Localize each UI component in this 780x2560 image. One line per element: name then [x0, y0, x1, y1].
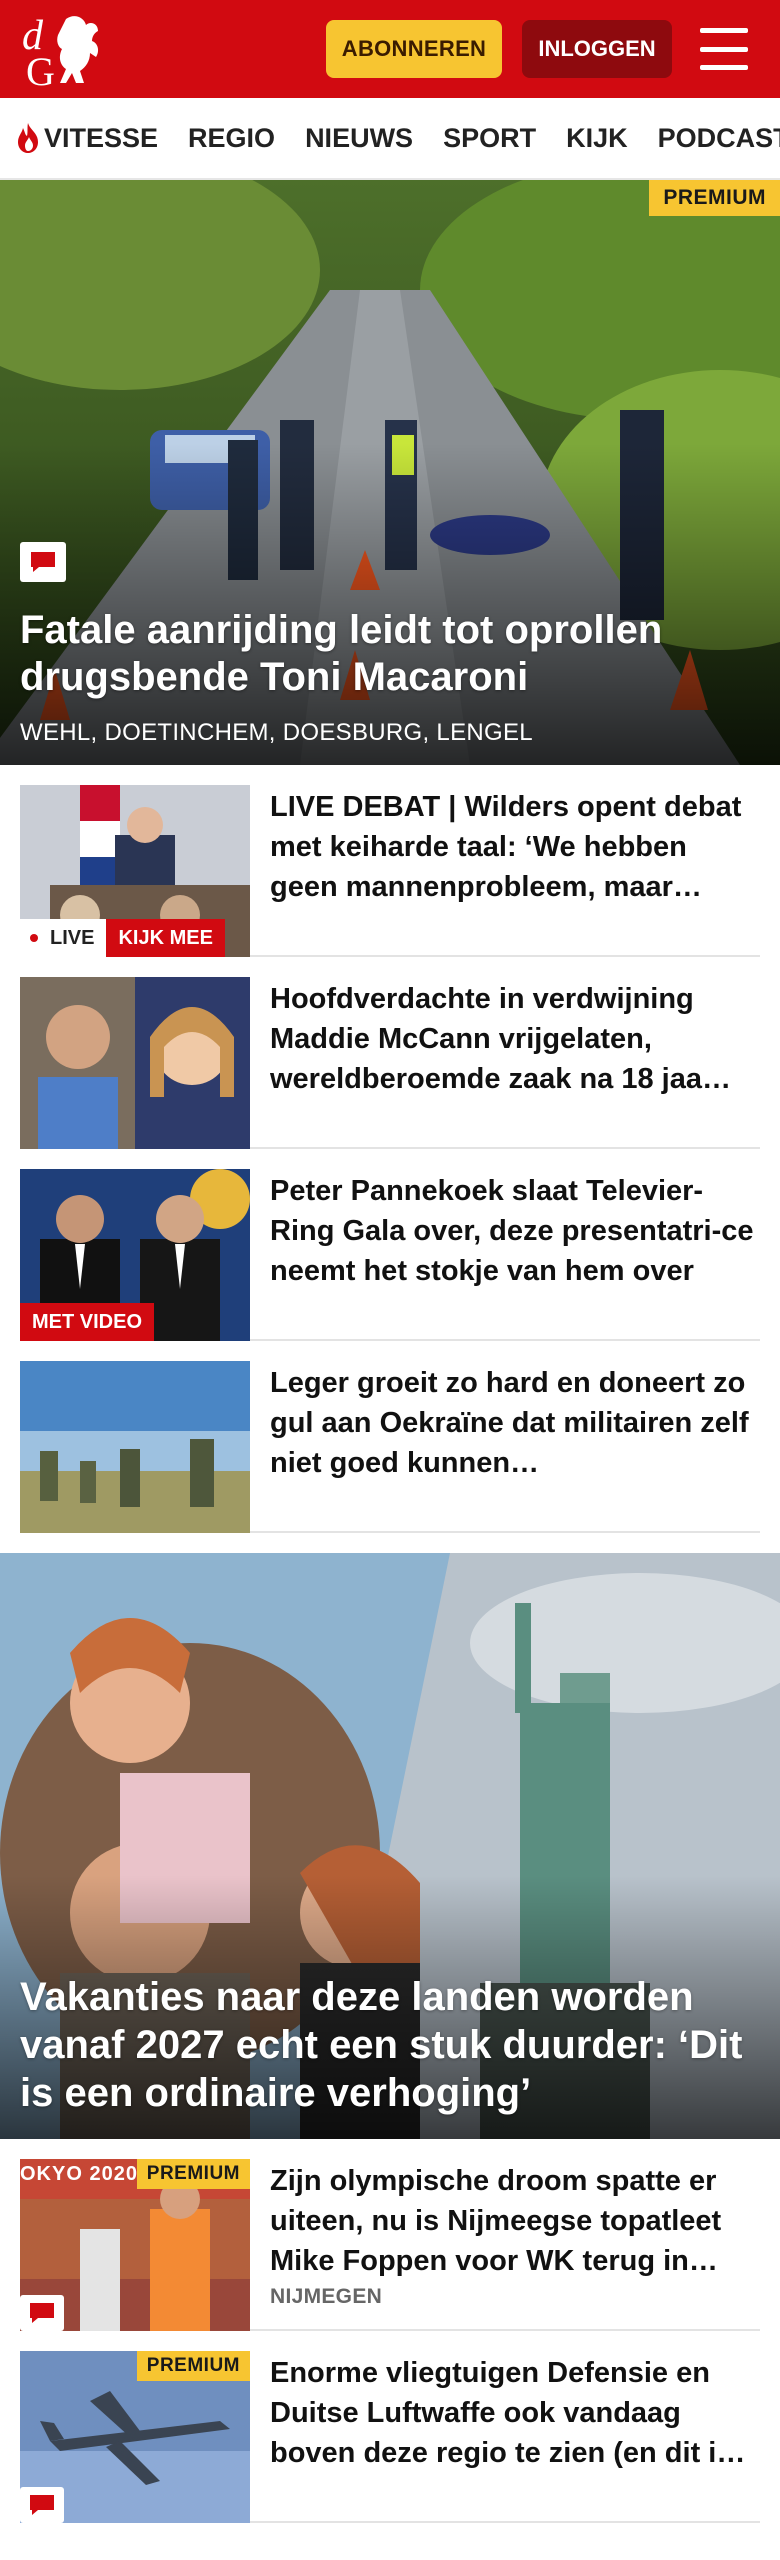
- login-button[interactable]: INLOGGEN: [522, 20, 672, 78]
- nav-item-vitesse[interactable]: VITESSE: [16, 122, 158, 154]
- hero-title[interactable]: Fatale aanrijding leidt tot oprollen dru…: [20, 607, 760, 701]
- article-thumbnail: OKYO 2020 PREMIUM: [20, 2159, 250, 2331]
- article-thumbnail: MET VIDEO: [20, 1169, 250, 1341]
- nav-item-podcast[interactable]: PODCAST: [658, 123, 780, 154]
- article-list-2: OKYO 2020 PREMIUM Zijn olympische droom …: [0, 2139, 780, 2523]
- article-thumbnail: [20, 1361, 250, 1533]
- nav-item-regio[interactable]: REGIO: [188, 123, 275, 154]
- article-list: LIVE KIJK MEE LIVE DEBAT | Wilders opent…: [0, 765, 780, 1533]
- comment-icon: [20, 542, 66, 582]
- top-header: d G ABONNEREN INLOGGEN: [0, 0, 780, 98]
- live-label: LIVE: [50, 926, 95, 949]
- flame-icon: [18, 123, 38, 153]
- subscribe-button[interactable]: ABONNEREN: [326, 20, 502, 78]
- nav-label: VITESSE: [44, 122, 159, 153]
- article-row[interactable]: MET VIDEO Peter Pannekoek slaat Televier…: [20, 1149, 760, 1341]
- article-row[interactable]: Hoofdverdachte in verdwijning Maddie McC…: [20, 957, 760, 1149]
- menu-icon[interactable]: [700, 28, 748, 70]
- article-thumbnail: PREMIUM: [20, 2351, 250, 2523]
- article-title[interactable]: Zijn olympische droom spatte er uiteen, …: [270, 2161, 760, 2281]
- section-nav: VITESSE REGIO NIEUWS SPORT KIJK PODCAST: [0, 98, 780, 180]
- hero-article[interactable]: PREMIUM Fatale aanrijding leidt tot opro…: [0, 180, 780, 765]
- article-title[interactable]: LIVE DEBAT | Wilders opent debat met kei…: [270, 787, 760, 907]
- article-title[interactable]: Peter Pannekoek slaat Televier-Ring Gala…: [270, 1171, 760, 1291]
- article-row[interactable]: Leger groeit zo hard en doneert zo gul a…: [20, 1341, 760, 1533]
- nav-item-kijk[interactable]: KIJK: [566, 123, 628, 154]
- nav-item-nieuws[interactable]: NIEUWS: [305, 123, 413, 154]
- dg-logo-icon: d G: [22, 13, 99, 89]
- live-dot-icon: [30, 934, 38, 942]
- svg-text:G: G: [26, 49, 55, 89]
- article-title[interactable]: Hoofdverdachte in verdwijning Maddie McC…: [270, 979, 760, 1099]
- thumbnail-caption: OKYO 2020: [20, 2163, 138, 2185]
- comment-icon: [20, 2487, 64, 2523]
- feature-article[interactable]: Vakanties naar deze landen worden vanaf …: [0, 1553, 780, 2139]
- feature-title[interactable]: Vakanties naar deze landen worden vanaf …: [20, 1973, 762, 2117]
- premium-badge: PREMIUM: [136, 2159, 250, 2189]
- article-location: NIJMEGEN: [270, 2285, 383, 2308]
- video-badge: MET VIDEO: [20, 1303, 155, 1341]
- comment-icon: [20, 2295, 64, 2331]
- article-title[interactable]: Leger groeit zo hard en doneert zo gul a…: [270, 1363, 760, 1483]
- article-row[interactable]: OKYO 2020 PREMIUM Zijn olympische droom …: [20, 2139, 760, 2331]
- watch-label[interactable]: KIJK MEE: [106, 919, 225, 957]
- live-badge[interactable]: LIVE KIJK MEE: [20, 919, 225, 957]
- article-thumbnail: LIVE KIJK MEE: [20, 785, 250, 957]
- article-title[interactable]: Enorme vliegtuigen Defensie en Duitse Lu…: [270, 2353, 760, 2473]
- premium-badge: PREMIUM: [649, 180, 780, 216]
- hero-location: WEHL, DOETINCHEM, DOESBURG, LENGEL: [20, 719, 533, 746]
- article-row[interactable]: PREMIUM Enorme vliegtuigen Defensie en D…: [20, 2331, 760, 2523]
- nav-item-sport[interactable]: SPORT: [443, 123, 536, 154]
- article-row[interactable]: LIVE KIJK MEE LIVE DEBAT | Wilders opent…: [20, 765, 760, 957]
- premium-badge: PREMIUM: [136, 2351, 250, 2381]
- article-thumbnail: [20, 977, 250, 1149]
- site-logo[interactable]: d G: [20, 7, 116, 91]
